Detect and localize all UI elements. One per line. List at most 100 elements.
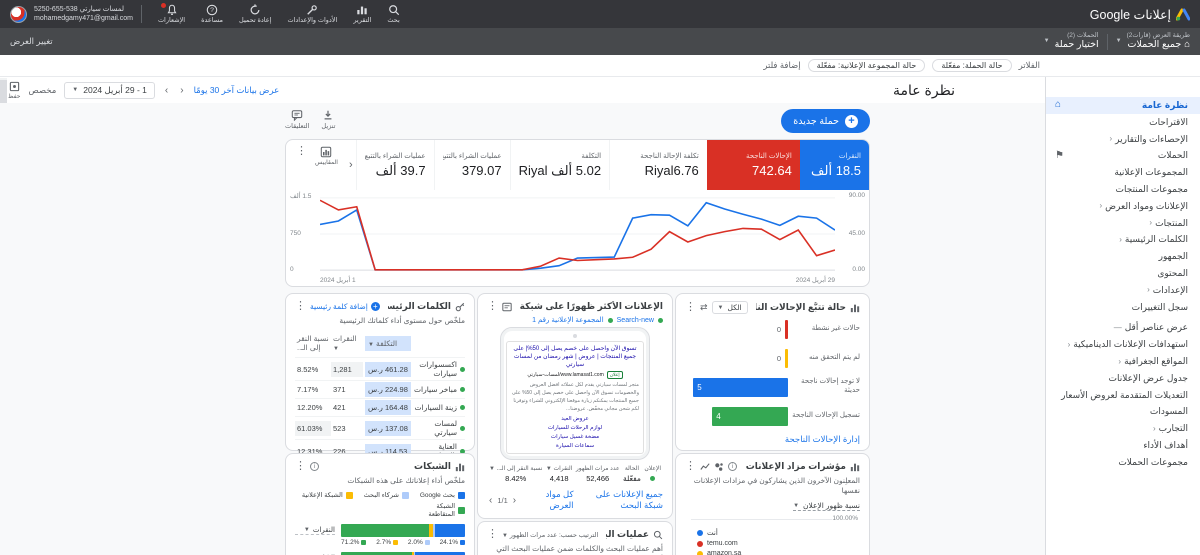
account-info[interactable]: لمسات سيارتي 538-655-5250 mohamedgamy471… [34, 5, 133, 23]
sidebar-item-drafts[interactable]: المسودات [1046, 403, 1200, 420]
sitelink[interactable]: لوازم الرحلات للسيارات [511, 425, 639, 431]
chevron-left-icon[interactable]: ‹ [178, 85, 185, 96]
keyword-row[interactable]: زينة السيارات 164.48 ر.س 421 12.20% [295, 398, 465, 416]
tools-nav-button[interactable]: الأدوات والإعدادات [287, 4, 337, 24]
sidebar-item-change-history[interactable]: سجل التغييرات [1046, 299, 1200, 316]
notifications-nav-button[interactable]: الإشعارات [158, 2, 185, 24]
metric-cost-per-conversion[interactable]: تكلفة الإحالة الناجحة Riyal6.76 [609, 140, 707, 190]
more-metrics-chevron[interactable]: ‹ [346, 140, 356, 190]
save-view-button[interactable]: حفظ [8, 81, 20, 100]
clicks-metric-select[interactable]: النقرات ▼ [295, 526, 335, 536]
sidebar-item-ad-groups[interactable]: المجموعات الإعلانية [1046, 164, 1200, 181]
sidebar-item-ads-assets[interactable]: الإعلانات ومواد العرض ‹ [1046, 198, 1200, 215]
conversion-filter-select[interactable]: الكل ▼ [711, 301, 748, 314]
add-keyword-button[interactable]: + إضافة كلمة رئيسية [310, 302, 380, 311]
sidebar-item-locations[interactable]: المواقع الجغرافية ‹ [1046, 353, 1200, 370]
campaign-name-link[interactable]: Search-new [617, 317, 654, 324]
page-prev-icon[interactable]: ‹ [511, 495, 518, 506]
kebab-menu-icon[interactable]: ⋮ [295, 301, 306, 312]
reports-icon [357, 6, 368, 15]
kebab-menu-icon[interactable]: ⋮ [487, 301, 498, 312]
add-filter-button[interactable]: إضافة فلتر [763, 60, 800, 71]
reports-nav-button[interactable]: التقرير [353, 4, 371, 24]
bubble-chart-icon[interactable] [714, 462, 724, 472]
metric-conversions[interactable]: الإحالات الناجحة 742.64 [706, 140, 800, 190]
keyword-row[interactable]: لمسات سيارتي 137.08 ر.س 523 61.03% [295, 416, 465, 439]
sidebar-item-insights-reports[interactable]: الإحصاءات والتقارير ‹ [1046, 131, 1200, 148]
compare-period-link[interactable]: عرض بيانات آخر 30 يومًا [194, 85, 280, 96]
sidebar-item-ad-schedule[interactable]: جدول عرض الإعلانات [1046, 370, 1200, 387]
search-nav-button[interactable]: بحث [387, 4, 400, 24]
card-description: أهم عمليات البحث والكلمات ضمن عمليات الب… [496, 544, 663, 555]
help-nav-button[interactable]: ? مساعدة [201, 4, 223, 24]
ad-headline[interactable]: تسوق الآن واحصل على خصم يصل إلى 50%| على… [511, 346, 639, 369]
sitelink[interactable]: مضخة غسيل سيارات [511, 434, 639, 440]
ad-preview-icon[interactable] [502, 302, 512, 312]
status-bar [785, 348, 788, 368]
top-app-bar: إعلانات Google بحث التقرير الأدوات والإع… [0, 0, 1200, 28]
info-icon[interactable]: i [310, 462, 319, 471]
kebab-menu-icon[interactable]: ⋮ [296, 146, 307, 157]
metric-clicks[interactable]: النقرات 18.5 ألف [799, 140, 869, 190]
new-campaign-button[interactable]: + حملة جديدة [781, 109, 870, 133]
sidebar-item-recommendations[interactable]: الاقتراحات [1046, 114, 1200, 131]
campaign-picker[interactable]: الحملات (2) اختيار حملة ▼ [1044, 32, 1099, 50]
page-next-icon[interactable]: › [487, 495, 494, 506]
networks-card: الشبكات i ⋮ ملخّص أداء إعلاناتك على هذه … [285, 453, 475, 555]
avatar[interactable] [10, 5, 27, 23]
line-chart-icon[interactable] [700, 462, 710, 472]
keyword-row[interactable]: مباخر سيارات 224.98 ر.س 371 7.17% [295, 380, 465, 398]
filter-chip-campaign-status[interactable]: حالة الحملة: مفعّلة [932, 59, 1012, 72]
sidebar-item-dynamic-ad-targets[interactable]: استهدافات الإعلانات الديناميكية ‹ [1046, 336, 1200, 353]
conversion-status-row-no-recent: لا توجد إحالات ناجحة حديثة 5 [685, 376, 860, 398]
sidebar-item-campaign-groups[interactable]: مجموعات الحملات [1046, 454, 1200, 471]
metrics-settings-button[interactable]: المقاييس [315, 146, 338, 166]
kebab-menu-icon[interactable]: ⋮ [685, 302, 696, 313]
sidebar-item-performance-targets[interactable]: أهداف الأداء [1046, 437, 1200, 454]
column-header-ctr[interactable]: نسبة النقر إلى الـ.. [295, 331, 331, 355]
kebab-menu-icon[interactable]: ⋮ [487, 529, 498, 540]
sidebar-item-content[interactable]: المحتوى [1046, 265, 1200, 282]
ad-preview-phone: تسوق الآن واحصل على خصم يصل إلى 50%| على… [500, 327, 650, 461]
chevron-expand-icon: ‹ [1149, 218, 1153, 228]
sidebar-item-audiences[interactable]: الجمهور [1046, 248, 1200, 265]
x-axis-end: 29 أبريل 2024 [795, 277, 835, 284]
sidebar-item-product-groups[interactable]: مجموعات المنتجات [1046, 181, 1200, 198]
column-header-clicks[interactable]: النقرات ▼ [331, 331, 363, 355]
all-search-ads-link[interactable]: جميع الإعلانات على شبكة البحث [582, 489, 663, 511]
sidebar-item-settings[interactable]: الإعدادات ‹ [1046, 282, 1200, 299]
sitelink[interactable]: عروض العيد [511, 416, 639, 422]
date-range-picker[interactable]: 1 - 29 أبريل 2024 ▼ [64, 81, 155, 99]
column-header-cost[interactable]: التكلفة ▼ [365, 335, 411, 351]
sidebar-item-show-fewer-items[interactable]: عرض عناصر أقل — [1046, 319, 1200, 336]
card-title: عمليات البحث [606, 529, 649, 540]
compare-icon[interactable]: ⇄ [700, 302, 708, 313]
all-assets-link[interactable]: كل مواد العرض [534, 489, 574, 511]
sidebar-item-advanced-bid-adjustments[interactable]: التعديلات المتقدمة لعروض الأسعار [1046, 387, 1200, 404]
sidebar-item-keywords[interactable]: الكلمات الرئيسية ‹ [1046, 231, 1200, 248]
manage-conversions-link[interactable]: إدارة الإحالات الناجحة [785, 434, 860, 444]
keyword-row[interactable]: اكسسوارات سيارات 461.28 ر.س 1,281 8.52% [295, 357, 465, 380]
sort-by-select[interactable]: الترتيب حسب: عدد مرات الظهور ▼ [502, 531, 598, 539]
change-view-button[interactable]: تغيير العرض [10, 36, 53, 47]
sidebar-item-overview[interactable]: نظرة عامة ⌂ [1046, 97, 1200, 114]
sidebar-item-products[interactable]: المنتجات ‹ [1046, 215, 1200, 232]
sidebar-item-experiments[interactable]: التجارب ‹ [1046, 420, 1200, 437]
info-icon[interactable]: i [728, 462, 737, 471]
kebab-menu-icon[interactable]: ⋮ [295, 461, 306, 472]
kebab-menu-icon[interactable]: ⋮ [685, 461, 696, 472]
download-button[interactable]: تنزيل [321, 109, 335, 130]
bell-icon [167, 4, 177, 15]
metric-cost[interactable]: التكلفة 5.02 ألف Riyal [509, 140, 609, 190]
sitelink[interactable]: سماعات السيارة [511, 443, 639, 449]
metric-purchases[interactable]: عمليات الشراء بالتتبع 379.07 [433, 140, 510, 190]
refresh-nav-button[interactable]: إعادة تحميل [239, 4, 271, 24]
auction-metric-select[interactable]: نسبة ظهور الإعلان ▼ [793, 501, 860, 512]
feedback-button[interactable]: التعليقات [285, 109, 309, 130]
adgroup-name-link[interactable]: المجموعة الإعلانية رقم 1 [532, 316, 603, 324]
sidebar-item-campaigns[interactable]: الحملات ⚑ [1046, 147, 1200, 164]
chevron-right-icon[interactable]: › [163, 85, 170, 96]
metric-purchases-2[interactable]: عمليات الشراء بالتتبع 39.7 ألف [355, 140, 434, 190]
filter-chip-adgroup-status[interactable]: حالة المجموعة الإعلانية: مفعّلة [807, 59, 926, 72]
campaign-scope-selector[interactable]: طريقة العرض (قارات2) ⌂ جميع الحملات ▼ [1116, 32, 1190, 50]
